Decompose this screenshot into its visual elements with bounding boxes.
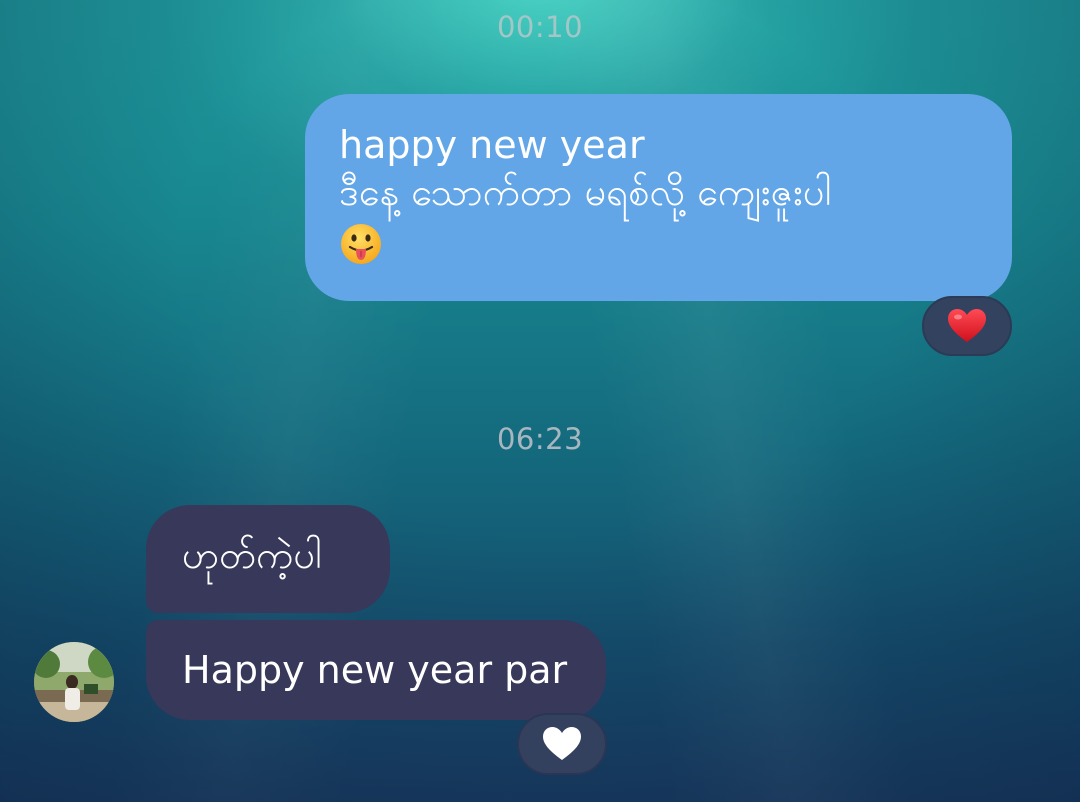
received-message-bubble-2[interactable]: Happy new year par bbox=[146, 620, 606, 720]
received-message-reaction[interactable] bbox=[517, 713, 607, 775]
sent-message-line-2: ဒီနေ့ သောက်တာ မရစ်လို့ ကျေးဇူးပါ bbox=[339, 170, 832, 214]
sent-message-line-1: happy new year bbox=[339, 123, 645, 167]
white-heart-icon bbox=[543, 727, 581, 760]
received-message-bubble-1[interactable]: ဟုတ်ကဲ့ပါ bbox=[146, 505, 390, 613]
timestamp-2: 06:23 bbox=[496, 422, 584, 456]
sent-message-reaction[interactable] bbox=[922, 296, 1012, 356]
received-message-text-2: Happy new year par bbox=[182, 648, 568, 692]
avatar[interactable] bbox=[34, 642, 114, 722]
red-heart-icon bbox=[948, 309, 986, 342]
timestamp-1: 00:10 bbox=[496, 10, 584, 44]
received-message-text-1: ဟုတ်ကဲ့ပါ bbox=[182, 533, 322, 577]
face-with-tongue-emoji-icon bbox=[339, 222, 383, 266]
sent-message-bubble[interactable]: happy new year ဒီနေ့ သောက်တာ မရစ်လို့ ကျ… bbox=[305, 94, 1012, 301]
